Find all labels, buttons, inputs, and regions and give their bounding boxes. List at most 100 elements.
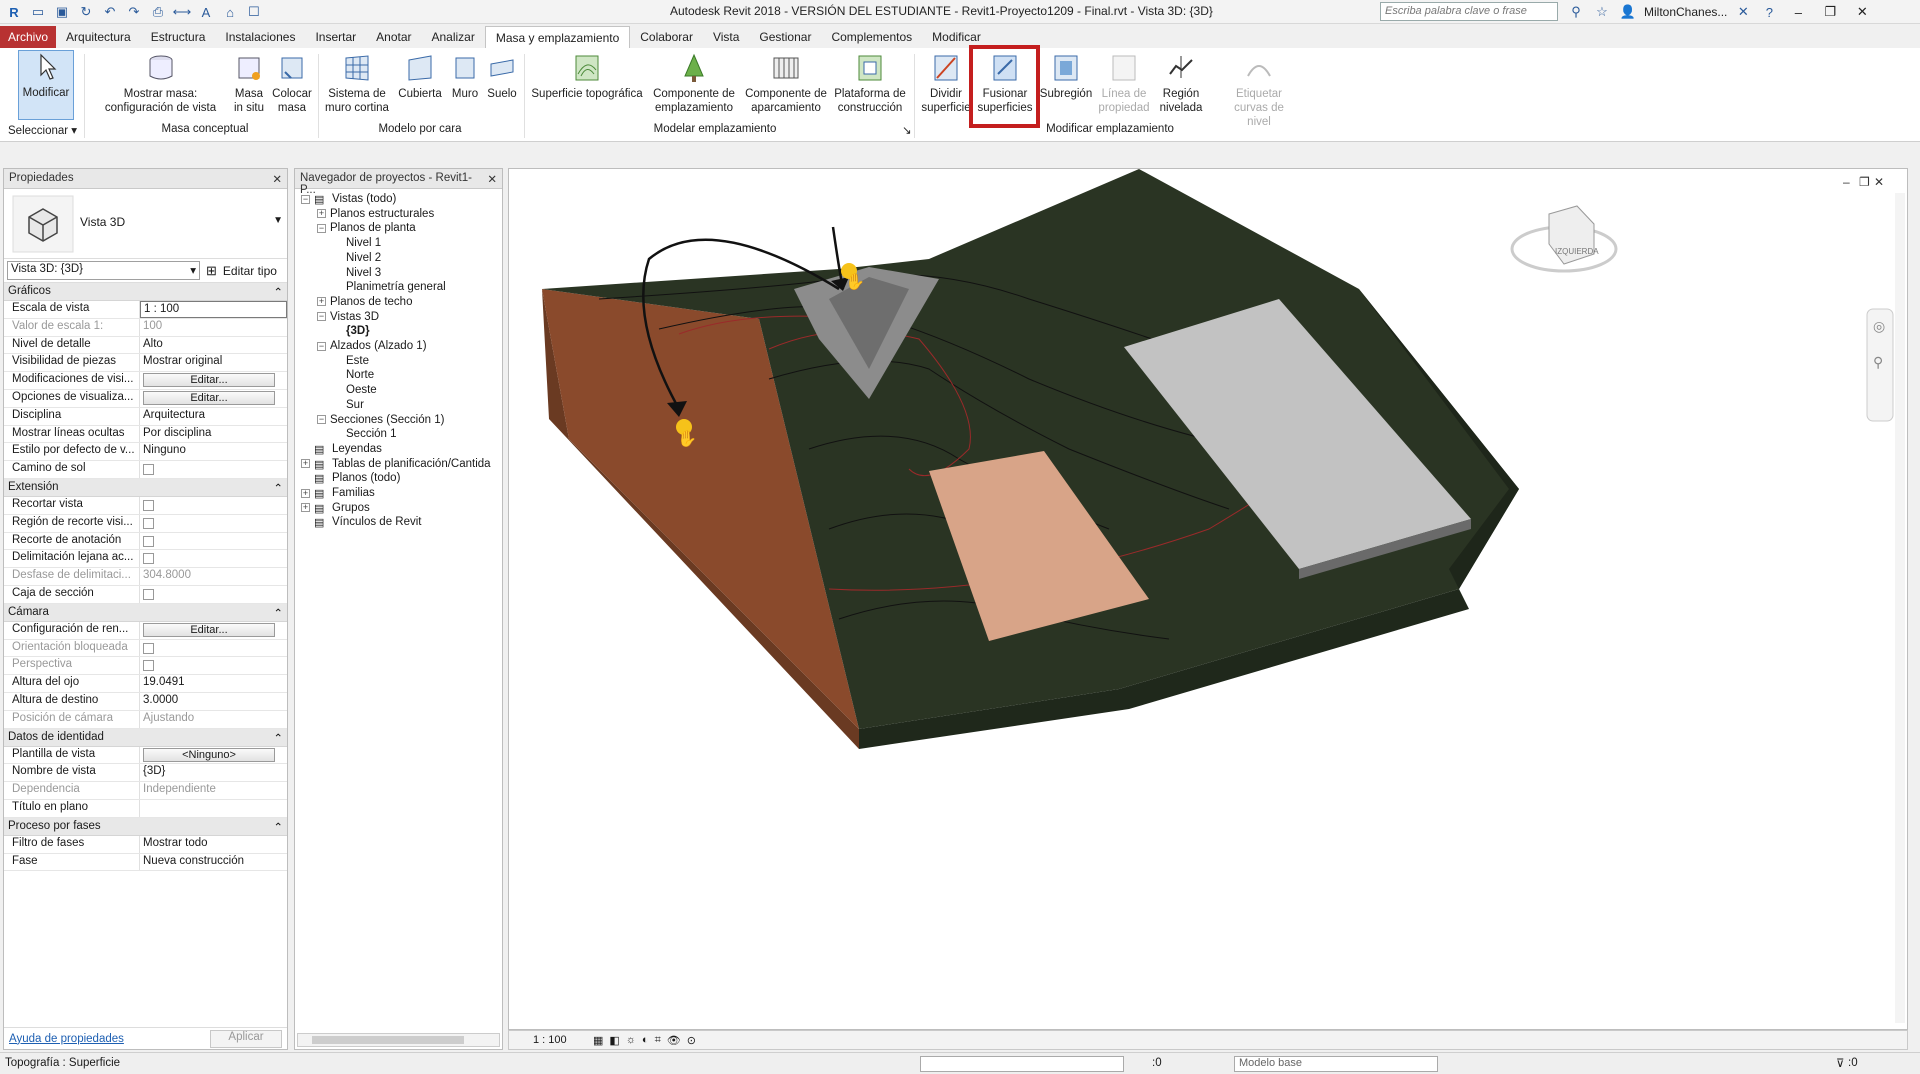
viewport-minimize-icon[interactable]: –	[1843, 175, 1850, 189]
tree-node[interactable]: {3D}	[333, 325, 370, 337]
tree-node[interactable]: − Alzados (Alzado 1)	[317, 340, 427, 352]
tree-node[interactable]: + ▤ Familias	[301, 487, 375, 500]
expand-icon[interactable]: +	[301, 503, 310, 513]
graded-region-button[interactable]: Región nivelada	[1154, 52, 1208, 115]
navigation-bar[interactable]: ◎ ⚲	[1866, 308, 1894, 422]
tree-node[interactable]: − Planos de planta	[317, 222, 416, 234]
property-value[interactable]: Alto	[140, 337, 287, 354]
terrain-canvas[interactable]: – ❐ ✕ ✋ ✋ IZQUIERDA ◎ ⚲	[509, 169, 1907, 1029]
star-icon[interactable]: ☆	[1592, 2, 1612, 22]
property-value[interactable]: Mostrar original	[140, 354, 287, 371]
tree-node[interactable]: Nivel 2	[333, 252, 381, 264]
modify-button[interactable]: Modificar	[18, 50, 74, 120]
collapse-icon[interactable]: ⌃	[273, 606, 283, 620]
undo-icon[interactable]: ↶	[100, 2, 120, 22]
property-value[interactable]: 19.0491	[140, 675, 287, 692]
property-checkbox[interactable]	[143, 660, 154, 672]
property-checkbox[interactable]	[143, 642, 154, 654]
property-checkbox[interactable]	[143, 517, 154, 529]
parking-component-button[interactable]: Componente de aparcamiento	[742, 52, 830, 115]
collapse-icon[interactable]: ⌃	[273, 731, 283, 745]
expand-icon[interactable]: +	[301, 488, 310, 498]
property-section-header[interactable]: Datos de identidad ⌃	[4, 728, 287, 747]
apply-button[interactable]: Aplicar	[210, 1029, 282, 1048]
sun-path-icon[interactable]: ☼	[626, 1034, 636, 1046]
design-option-select[interactable]: Modelo base	[1234, 1056, 1438, 1072]
property-edit-button[interactable]: Editar...	[143, 373, 275, 388]
expand-icon[interactable]: +	[317, 209, 326, 219]
shadows-icon[interactable]: ◐	[642, 1034, 649, 1046]
property-value[interactable]: {3D}	[140, 764, 287, 781]
properties-help-link[interactable]: Ayuda de propiedades	[9, 1033, 124, 1045]
close-icon[interactable]: ✕	[487, 172, 497, 186]
expand-icon[interactable]: +	[317, 297, 326, 307]
tree-node[interactable]: Norte	[333, 369, 374, 381]
property-section-header[interactable]: Extensión ⌃	[4, 478, 287, 497]
collapse-icon[interactable]: ⌃	[273, 481, 283, 495]
place-mass-button[interactable]: Colocar masa	[270, 52, 314, 115]
label-contours-button[interactable]: Etiquetar curvas de nivel	[1226, 52, 1292, 129]
property-line-button[interactable]: Línea de propiedad	[1096, 52, 1152, 115]
search-input[interactable]: Escriba palabra clave o frase	[1380, 2, 1558, 21]
property-edit-button[interactable]: Editar...	[143, 622, 275, 637]
tree-node[interactable]: Sur	[333, 399, 364, 411]
tree-node[interactable]: ▤ Vínculos de Revit	[301, 516, 422, 529]
scrollbar-thumb[interactable]	[312, 1036, 464, 1044]
property-value[interactable]: Mostrar todo	[140, 836, 287, 853]
close-hidden-icon[interactable]: ☐	[244, 2, 264, 22]
tab-anotar[interactable]: Anotar	[366, 26, 421, 48]
tab-insertar[interactable]: Insertar	[305, 26, 366, 48]
property-section-header[interactable]: Gráficos ⌃	[4, 283, 287, 301]
horizontal-scrollbar[interactable]	[297, 1033, 500, 1047]
property-section-header[interactable]: Proceso por fases ⌃	[4, 817, 287, 836]
property-value[interactable]: Nueva construcción	[140, 854, 287, 871]
tree-node[interactable]: Oeste	[333, 384, 377, 396]
edit-type-button[interactable]: Editar tipo	[223, 264, 277, 278]
split-surface-button[interactable]: Dividir superficie	[918, 52, 974, 115]
restore-button[interactable]: ❐	[1817, 2, 1843, 22]
view-scale[interactable]: 1 : 100	[533, 1034, 583, 1046]
exchange-icon[interactable]: ✕	[1733, 2, 1753, 22]
tab-archivo[interactable]: Archivo	[0, 26, 57, 48]
property-edit-button[interactable]: Editar...	[143, 390, 275, 405]
temporary-hide-icon[interactable]: 👁	[667, 1034, 681, 1047]
tree-node[interactable]: ▤ Planos (todo)	[301, 472, 400, 485]
filter-icon[interactable]: ⊽	[1836, 1056, 1844, 1070]
tab-analizar[interactable]: Analizar	[422, 26, 485, 48]
vertical-scrollbar[interactable]	[1895, 193, 1905, 1023]
reveal-hidden-icon[interactable]: ⊙	[687, 1034, 696, 1047]
property-checkbox[interactable]	[143, 499, 154, 511]
tree-node[interactable]: ▤ Leyendas	[301, 443, 382, 456]
close-button[interactable]: ✕	[1849, 2, 1875, 22]
property-value[interactable]: Por disciplina	[140, 426, 287, 443]
face-floor-button[interactable]: Suelo	[485, 52, 519, 101]
3d-viewport[interactable]: – ❐ ✕ ✋ ✋ IZQUIERDA ◎ ⚲	[508, 168, 1908, 1030]
tab-estructura[interactable]: Estructura	[141, 26, 216, 48]
type-selector[interactable]: Vista 3D ▼	[4, 189, 287, 259]
tab-vista[interactable]: Vista	[703, 26, 749, 48]
subregion-button[interactable]: Subregión	[1038, 52, 1094, 101]
property-edit-button[interactable]: <Ninguno>	[143, 747, 275, 762]
close-icon[interactable]: ✕	[272, 172, 282, 186]
property-checkbox[interactable]	[143, 553, 154, 565]
tree-node[interactable]: − Vistas 3D	[317, 311, 379, 323]
show-mass-button[interactable]: Mostrar masa: configuración de vista	[98, 52, 223, 115]
default-3d-view-icon[interactable]: ⌂	[220, 2, 240, 22]
tab-instalaciones[interactable]: Instalaciones	[215, 26, 305, 48]
visual-style-icon[interactable]: ◧	[609, 1034, 619, 1047]
face-roof-button[interactable]: Cubierta	[396, 52, 444, 101]
toposurface-button[interactable]: Superficie topográfica	[528, 52, 646, 101]
mass-in-place-button[interactable]: Masa in situ	[229, 52, 269, 115]
measure-icon[interactable]: ⟷	[172, 2, 192, 22]
tab-gestionar[interactable]: Gestionar	[749, 26, 821, 48]
property-checkbox[interactable]	[143, 535, 154, 547]
tree-node[interactable]: − ▤ Vistas (todo)	[301, 193, 396, 206]
collapse-icon[interactable]: ⌃	[273, 285, 283, 299]
steering-wheel-icon[interactable]: ◎	[1873, 318, 1885, 334]
face-wall-button[interactable]: Muro	[447, 52, 483, 101]
tree-node[interactable]: − Secciones (Sección 1)	[317, 414, 444, 426]
model-site-launcher-icon[interactable]: ↘	[902, 123, 912, 137]
tree-node[interactable]: + Planos de techo	[317, 296, 412, 308]
tab-complementos[interactable]: Complementos	[821, 26, 922, 48]
user-name[interactable]: MiltonChanes...	[1644, 5, 1727, 19]
